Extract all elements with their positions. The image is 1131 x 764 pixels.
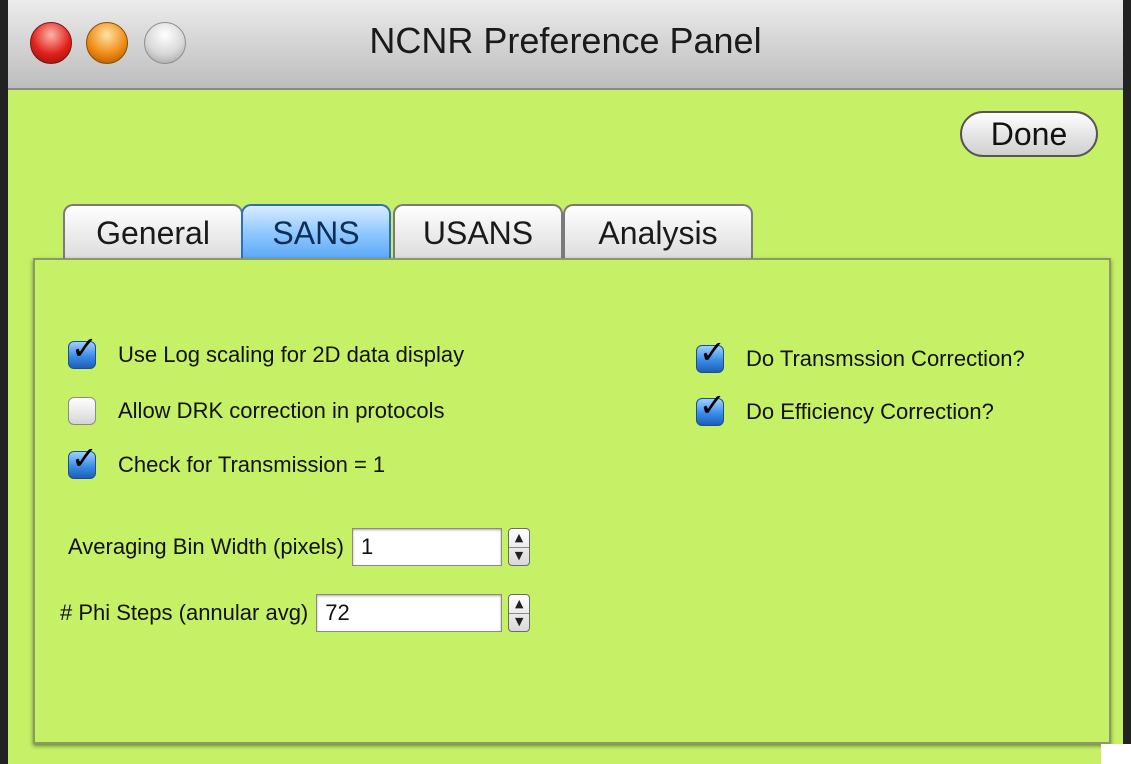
efficiency-correction-checkbox[interactable]: ✓: [696, 389, 726, 426]
tab-sans[interactable]: SANS: [241, 204, 391, 260]
drk-correction-option[interactable]: Allow DRK correction in protocols: [68, 397, 444, 425]
phi-steps-stepper[interactable]: ▲ ▼: [508, 594, 531, 632]
efficiency-correction-option[interactable]: ✓ Do Efficiency Correction?: [696, 389, 994, 426]
checkmark-icon: ✓: [699, 333, 726, 371]
log-scaling-label: Use Log scaling for 2D data display: [118, 342, 465, 367]
triangle-down-icon[interactable]: ▼: [509, 547, 529, 565]
triangle-down-icon[interactable]: ▼: [509, 613, 529, 631]
phi-steps-input[interactable]: [316, 594, 503, 632]
bin-width-label: Averaging Bin Width (pixels): [68, 534, 344, 559]
checkmark-icon: ✓: [71, 439, 98, 477]
phi-steps-label: # Phi Steps (annular avg): [60, 600, 309, 625]
window-title: NCNR Preference Panel: [369, 20, 762, 61]
transmission-correction-label: Do Transmssion Correction?: [746, 346, 1025, 371]
triangle-up-icon[interactable]: ▲: [508, 529, 529, 548]
drk-correction-label: Allow DRK correction in protocols: [118, 398, 445, 423]
efficiency-correction-label: Do Efficiency Correction?: [746, 399, 994, 424]
triangle-up-icon[interactable]: ▲: [509, 595, 530, 614]
checkmark-icon: ✓: [699, 386, 726, 424]
tab-usans[interactable]: USANS: [393, 204, 563, 260]
transmission-correction-option[interactable]: ✓ Do Transmssion Correction?: [696, 336, 1025, 373]
phi-steps-row: # Phi Steps (annular avg) ▲ ▼: [60, 594, 531, 632]
sans-tab-panel: [33, 258, 1111, 744]
window-corner: [1101, 744, 1131, 764]
transmission-check-checkbox[interactable]: ✓: [68, 442, 98, 479]
drk-correction-checkbox[interactable]: [68, 397, 96, 425]
tab-analysis[interactable]: Analysis: [563, 204, 753, 260]
title-bar[interactable]: NCNR Preference Panel: [8, 0, 1123, 90]
log-scaling-checkbox[interactable]: ✓: [68, 332, 98, 369]
log-scaling-option[interactable]: ✓ Use Log scaling for 2D data display: [68, 332, 465, 369]
transmission-check-label: Check for Transmission = 1: [118, 452, 386, 477]
preference-window: NCNR Preference Panel Done General SANS …: [0, 0, 1131, 764]
tab-general[interactable]: General: [63, 204, 243, 260]
transmission-correction-checkbox[interactable]: ✓: [696, 336, 726, 373]
done-button[interactable]: Done: [960, 111, 1098, 157]
bin-width-input[interactable]: [351, 528, 502, 566]
transmission-check-option[interactable]: ✓ Check for Transmission = 1: [68, 442, 386, 479]
bin-width-stepper[interactable]: ▲ ▼: [507, 528, 530, 566]
bin-width-row: Averaging Bin Width (pixels) ▲ ▼: [68, 528, 530, 566]
checkmark-icon: ✓: [71, 329, 98, 367]
